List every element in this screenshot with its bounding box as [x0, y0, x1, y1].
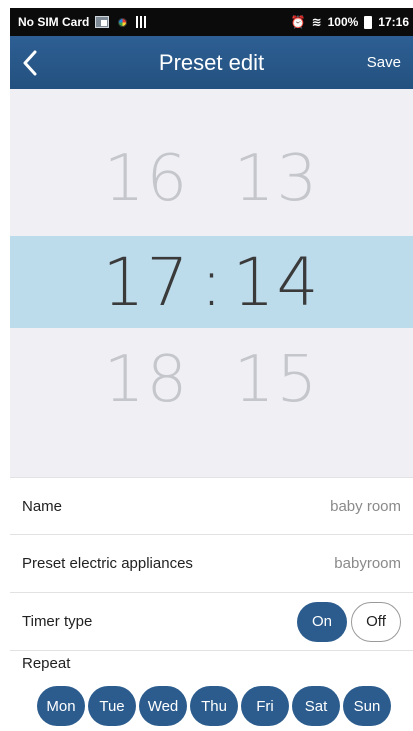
- picker-row-above[interactable]: 16 13: [10, 133, 413, 225]
- day-wed-button[interactable]: Wed: [139, 686, 187, 726]
- carrier-label: No SIM Card: [18, 15, 90, 29]
- signal-bars-icon: [136, 16, 147, 28]
- repeat-days: Mon Tue Wed Thu Fri Sat Sun: [37, 686, 391, 726]
- appliances-row[interactable]: Preset electric appliances babyroom: [10, 535, 413, 593]
- picker-row-selected[interactable]: 17 : 14: [10, 236, 413, 328]
- minute-above[interactable]: 13: [227, 142, 327, 216]
- minute-selected[interactable]: 14: [227, 244, 327, 321]
- time-picker[interactable]: 16 13 17 : 14 18 15: [10, 89, 413, 477]
- minute-below[interactable]: 15: [227, 343, 327, 417]
- back-button[interactable]: [10, 36, 50, 89]
- day-sat-button[interactable]: Sat: [292, 686, 340, 726]
- status-time: 17:16: [378, 15, 409, 29]
- hour-below[interactable]: 18: [97, 343, 197, 417]
- name-value[interactable]: baby room: [330, 498, 401, 515]
- app-icon: [115, 14, 131, 30]
- day-fri-button[interactable]: Fri: [241, 686, 289, 726]
- page-title: Preset edit: [158, 49, 265, 75]
- chevron-left-icon: [23, 50, 37, 75]
- hour-selected[interactable]: 17: [97, 244, 197, 321]
- time-separator: :: [200, 243, 223, 321]
- day-thu-button[interactable]: Thu: [190, 686, 238, 726]
- day-mon-button[interactable]: Mon: [37, 686, 85, 726]
- battery-icon: [364, 15, 373, 29]
- timer-type-row: Timer type On Off: [10, 593, 413, 651]
- name-row[interactable]: Name baby room: [10, 477, 413, 535]
- header-bar: Preset edit Save: [10, 36, 413, 89]
- day-sun-button[interactable]: Sun: [343, 686, 391, 726]
- appliances-value[interactable]: babyroom: [334, 555, 401, 572]
- repeat-label: Repeat: [22, 655, 71, 672]
- save-button[interactable]: Save: [367, 54, 401, 71]
- battery-percent: 100%: [327, 15, 359, 29]
- picker-row-below[interactable]: 18 15: [10, 334, 413, 426]
- timer-type-label: Timer type: [22, 613, 93, 630]
- status-bar: No SIM Card ⏰ ≋ 100% 17:16: [10, 8, 413, 36]
- timer-off-button[interactable]: Off: [351, 601, 401, 642]
- name-label: Name: [22, 497, 63, 515]
- appliances-label: Preset electric appliances: [22, 555, 193, 572]
- day-tue-button[interactable]: Tue: [88, 686, 136, 726]
- timer-type-toggle: On Off: [297, 601, 401, 642]
- hour-above[interactable]: 16: [97, 142, 197, 216]
- alarm-icon: ⏰: [290, 15, 306, 29]
- notification-icon: [95, 16, 110, 28]
- timer-on-button[interactable]: On: [297, 601, 347, 642]
- wifi-icon: ≋: [311, 15, 322, 29]
